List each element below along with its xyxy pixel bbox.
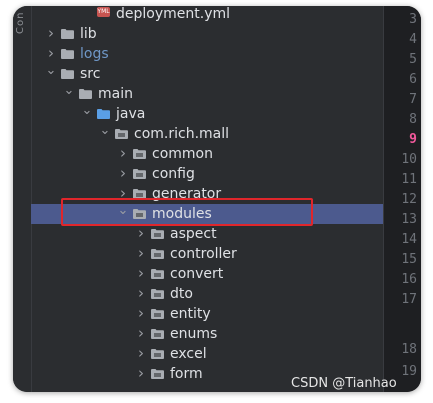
tree-item-label: form [170,366,203,382]
tree-item-label: deployment.yml [116,6,231,22]
tree-item-label: dto [170,286,193,302]
package-icon [151,289,164,299]
package-icon [151,269,164,279]
folder-icon [61,69,74,79]
chevron-right-icon[interactable]: › [135,344,147,364]
chevron-right-icon[interactable]: › [117,164,129,184]
tree-row-convert[interactable]: › convert [31,264,383,284]
line-number[interactable]: 17 [389,290,417,310]
line-number[interactable]: 8 [389,110,417,130]
package-icon [151,329,164,339]
tree-row-main[interactable]: ⌄ main [31,84,383,104]
line-number[interactable]: 12 [389,190,417,210]
line-number[interactable]: 15 [389,250,417,270]
chevron-right-icon[interactable]: › [135,224,147,244]
package-icon [151,309,164,319]
package-icon [151,229,164,239]
source-folder-icon [97,109,110,119]
yml-file-icon: YML [97,7,110,17]
package-icon [151,249,164,259]
package-icon [133,149,146,159]
chevron-down-icon[interactable]: ⌄ [63,84,75,104]
watermark: CSDN @Tianhao [291,376,397,391]
package-icon [151,349,164,359]
tree-item-label: generator [152,186,222,202]
project-tree: YML deployment.yml › lib › logs ⌄ src ⌄ main ⌄ java… [31,6,383,392]
tree-item-label: config [152,166,195,182]
tree-item-label: com.rich.mall [134,126,230,142]
package-icon [115,129,128,139]
tree-item-label: java [116,106,146,122]
line-number[interactable]: 11 [389,170,417,190]
chevron-right-icon[interactable]: › [135,284,147,304]
tree-row-java[interactable]: ⌄ java [31,104,383,124]
package-icon [133,209,146,219]
tree-row-dto[interactable]: › dto [31,284,383,304]
chevron-right-icon[interactable]: › [117,144,129,164]
line-number[interactable]: 10 [389,150,417,170]
package-icon [133,189,146,199]
tree-item-label: convert [170,266,224,282]
package-icon [133,169,146,179]
tree-item-label: excel [170,346,207,362]
chevron-right-icon[interactable]: › [117,184,129,204]
editor-gutter: 3 4 5 6 7 8 9 10 11 12 13 14 15 16 17 18 19 [383,6,421,392]
package-icon [151,369,164,379]
tree-item-label: modules [152,206,212,222]
line-number[interactable]: 4 [389,30,417,50]
tree-row-enums[interactable]: › enums [31,324,383,344]
line-number[interactable]: 13 [389,210,417,230]
tree-row-modules[interactable]: ⌄ modules [31,204,383,224]
tree-row-excel[interactable]: › excel [31,344,383,364]
chevron-down-icon[interactable]: ⌄ [81,104,93,124]
chevron-down-icon[interactable]: ⌄ [99,124,111,144]
line-number[interactable]: 3 [389,10,417,30]
side-tool-strip: Con [13,6,32,392]
folder-icon [61,49,74,59]
side-tool-label[interactable]: Con [15,12,29,82]
chevron-right-icon[interactable]: › [135,324,147,344]
line-number[interactable]: 14 [389,230,417,250]
line-number[interactable]: 5 [389,50,417,70]
tree-row-entity[interactable]: › entity [31,304,383,324]
line-number[interactable]: 18 [389,340,417,360]
chevron-down-icon[interactable]: ⌄ [45,64,57,84]
tree-row-controller[interactable]: › controller [31,244,383,264]
folder-icon [61,29,74,39]
tree-row-aspect[interactable]: › aspect [31,224,383,244]
tree-item-label: entity [170,306,211,322]
tree-item-label: lib [80,26,97,42]
line-number[interactable]: 9 [389,130,417,150]
chevron-right-icon[interactable]: › [135,364,147,384]
chevron-right-icon[interactable]: › [135,264,147,284]
project-panel: Con YML deployment.yml › lib › logs ⌄ src ⌄ main ⌄… [13,6,421,392]
tree-row-deployment-yml[interactable]: YML deployment.yml [31,6,383,24]
tree-item-label: common [152,146,213,162]
line-number[interactable]: 7 [389,90,417,110]
tree-item-label: controller [170,246,237,262]
chevron-right-icon[interactable]: › [45,24,57,44]
line-number[interactable]: 6 [389,70,417,90]
tree-item-label: main [98,86,133,102]
chevron-right-icon[interactable]: › [45,44,57,64]
tree-row-config[interactable]: › config [31,164,383,184]
tree-row-common[interactable]: › common [31,144,383,164]
chevron-right-icon[interactable]: › [135,244,147,264]
tree-row-src[interactable]: ⌄ src [31,64,383,84]
tree-item-label: enums [170,326,218,342]
tree-row-lib[interactable]: › lib [31,24,383,44]
tree-item-label: logs [80,46,109,62]
tree-row-com-rich-mall[interactable]: ⌄ com.rich.mall [31,124,383,144]
tree-item-label: aspect [170,226,217,242]
chevron-down-icon[interactable]: ⌄ [117,204,129,224]
chevron-right-icon[interactable]: › [135,304,147,324]
line-number[interactable]: 16 [389,270,417,290]
folder-icon [79,89,92,99]
tree-item-label: src [80,66,101,82]
tree-row-generator[interactable]: › generator [31,184,383,204]
tree-row-logs[interactable]: › logs [31,44,383,64]
